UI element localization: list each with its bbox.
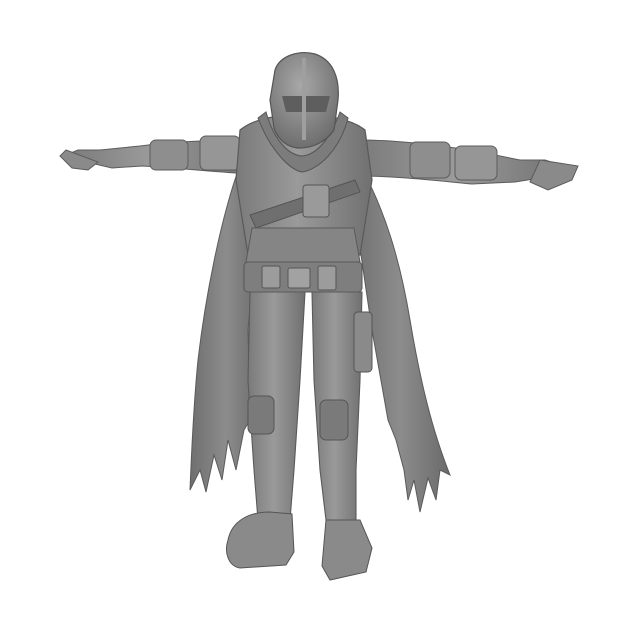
right-arm	[357, 139, 579, 191]
right-leg	[311, 291, 373, 581]
helmet	[269, 52, 339, 149]
render-viewport	[0, 0, 640, 640]
figure-render	[59, 52, 579, 581]
left-arm	[59, 135, 253, 175]
